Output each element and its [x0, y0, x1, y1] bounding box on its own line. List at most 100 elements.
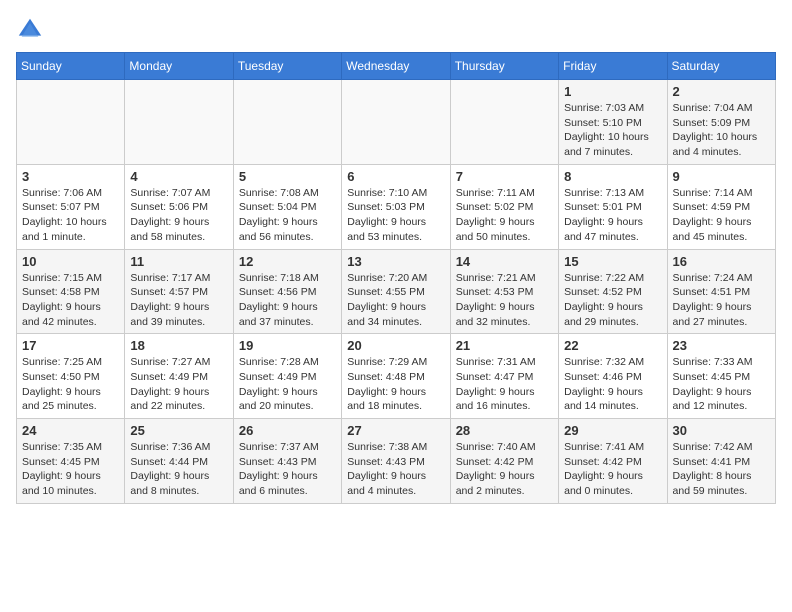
day-cell: 19 Sunrise: 7:28 AM Sunset: 4:49 PM Dayli… — [233, 334, 341, 419]
day-cell: 9 Sunrise: 7:14 AM Sunset: 4:59 PM Daylig… — [667, 164, 775, 249]
day-cell: 16 Sunrise: 7:24 AM Sunset: 4:51 PM Dayli… — [667, 249, 775, 334]
day-info: Sunrise: 7:10 AM Sunset: 5:03 PM Dayligh… — [347, 186, 444, 245]
day-cell: 30 Sunrise: 7:42 AM Sunset: 4:41 PM Dayli… — [667, 419, 775, 504]
day-number: 25 — [130, 423, 227, 438]
day-number: 20 — [347, 338, 444, 353]
day-cell: 22 Sunrise: 7:32 AM Sunset: 4:46 PM Dayli… — [559, 334, 667, 419]
day-info: Sunrise: 7:03 AM Sunset: 5:10 PM Dayligh… — [564, 101, 661, 160]
day-number: 15 — [564, 254, 661, 269]
day-number: 24 — [22, 423, 119, 438]
header-thursday: Thursday — [450, 53, 558, 80]
day-number: 23 — [673, 338, 770, 353]
day-cell: 23 Sunrise: 7:33 AM Sunset: 4:45 PM Dayli… — [667, 334, 775, 419]
day-cell — [17, 80, 125, 165]
header-friday: Friday — [559, 53, 667, 80]
calendar-header-row: SundayMondayTuesdayWednesdayThursdayFrid… — [17, 53, 776, 80]
header-tuesday: Tuesday — [233, 53, 341, 80]
day-info: Sunrise: 7:40 AM Sunset: 4:42 PM Dayligh… — [456, 440, 553, 499]
day-info: Sunrise: 7:13 AM Sunset: 5:01 PM Dayligh… — [564, 186, 661, 245]
header-monday: Monday — [125, 53, 233, 80]
day-number: 30 — [673, 423, 770, 438]
day-cell: 1 Sunrise: 7:03 AM Sunset: 5:10 PM Daylig… — [559, 80, 667, 165]
day-info: Sunrise: 7:32 AM Sunset: 4:46 PM Dayligh… — [564, 355, 661, 414]
day-number: 27 — [347, 423, 444, 438]
day-number: 17 — [22, 338, 119, 353]
day-cell: 13 Sunrise: 7:20 AM Sunset: 4:55 PM Dayli… — [342, 249, 450, 334]
day-cell: 4Sunrise: 7:07 AM Sunset: 5:06 PM Daylig… — [125, 164, 233, 249]
day-cell: 6 Sunrise: 7:10 AM Sunset: 5:03 PM Daylig… — [342, 164, 450, 249]
day-info: Sunrise: 7:28 AM Sunset: 4:49 PM Dayligh… — [239, 355, 336, 414]
day-cell — [342, 80, 450, 165]
day-cell: 5 Sunrise: 7:08 AM Sunset: 5:04 PM Daylig… — [233, 164, 341, 249]
day-info: Sunrise: 7:24 AM Sunset: 4:51 PM Dayligh… — [673, 271, 770, 330]
day-cell: 14 Sunrise: 7:21 AM Sunset: 4:53 PM Dayli… — [450, 249, 558, 334]
day-info: Sunrise: 7:35 AM Sunset: 4:45 PM Dayligh… — [22, 440, 119, 499]
day-number: 29 — [564, 423, 661, 438]
day-cell: 28 Sunrise: 7:40 AM Sunset: 4:42 PM Dayli… — [450, 419, 558, 504]
day-cell: 15 Sunrise: 7:22 AM Sunset: 4:52 PM Dayli… — [559, 249, 667, 334]
day-number: 8 — [564, 169, 661, 184]
day-number: 16 — [673, 254, 770, 269]
day-number: 1 — [564, 84, 661, 99]
day-number: 2 — [673, 84, 770, 99]
day-info: Sunrise: 7:08 AM Sunset: 5:04 PM Dayligh… — [239, 186, 336, 245]
day-cell: 24 Sunrise: 7:35 AM Sunset: 4:45 PM Dayli… — [17, 419, 125, 504]
page-header — [16, 16, 776, 44]
day-info: Sunrise: 7:15 AM Sunset: 4:58 PM Dayligh… — [22, 271, 119, 330]
day-number: 21 — [456, 338, 553, 353]
day-cell: 25Sunrise: 7:36 AM Sunset: 4:44 PM Dayli… — [125, 419, 233, 504]
week-row-3: 10 Sunrise: 7:15 AM Sunset: 4:58 PM Dayli… — [17, 249, 776, 334]
day-number: 4 — [130, 169, 227, 184]
day-cell — [450, 80, 558, 165]
day-cell: 21 Sunrise: 7:31 AM Sunset: 4:47 PM Dayli… — [450, 334, 558, 419]
day-info: Sunrise: 7:11 AM Sunset: 5:02 PM Dayligh… — [456, 186, 553, 245]
day-info: Sunrise: 7:29 AM Sunset: 4:48 PM Dayligh… — [347, 355, 444, 414]
day-info: Sunrise: 7:14 AM Sunset: 4:59 PM Dayligh… — [673, 186, 770, 245]
day-cell: 8 Sunrise: 7:13 AM Sunset: 5:01 PM Daylig… — [559, 164, 667, 249]
day-number: 14 — [456, 254, 553, 269]
day-info: Sunrise: 7:31 AM Sunset: 4:47 PM Dayligh… — [456, 355, 553, 414]
day-cell: 3 Sunrise: 7:06 AM Sunset: 5:07 PM Daylig… — [17, 164, 125, 249]
week-row-2: 3 Sunrise: 7:06 AM Sunset: 5:07 PM Daylig… — [17, 164, 776, 249]
day-number: 26 — [239, 423, 336, 438]
day-info: Sunrise: 7:20 AM Sunset: 4:55 PM Dayligh… — [347, 271, 444, 330]
week-row-4: 17 Sunrise: 7:25 AM Sunset: 4:50 PM Dayli… — [17, 334, 776, 419]
logo — [16, 16, 48, 44]
day-number: 18 — [130, 338, 227, 353]
day-number: 10 — [22, 254, 119, 269]
day-cell: 17 Sunrise: 7:25 AM Sunset: 4:50 PM Dayli… — [17, 334, 125, 419]
day-info: Sunrise: 7:22 AM Sunset: 4:52 PM Dayligh… — [564, 271, 661, 330]
day-info: Sunrise: 7:25 AM Sunset: 4:50 PM Dayligh… — [22, 355, 119, 414]
day-info: Sunrise: 7:33 AM Sunset: 4:45 PM Dayligh… — [673, 355, 770, 414]
day-cell — [125, 80, 233, 165]
day-info: Sunrise: 7:21 AM Sunset: 4:53 PM Dayligh… — [456, 271, 553, 330]
day-info: Sunrise: 7:27 AM Sunset: 4:49 PM Dayligh… — [130, 355, 227, 414]
day-number: 22 — [564, 338, 661, 353]
day-number: 12 — [239, 254, 336, 269]
day-cell: 12 Sunrise: 7:18 AM Sunset: 4:56 PM Dayli… — [233, 249, 341, 334]
day-cell: 11 Sunrise: 7:17 AM Sunset: 4:57 PM Dayli… — [125, 249, 233, 334]
day-cell: 10 Sunrise: 7:15 AM Sunset: 4:58 PM Dayli… — [17, 249, 125, 334]
day-info: Sunrise: 7:04 AM Sunset: 5:09 PM Dayligh… — [673, 101, 770, 160]
day-number: 5 — [239, 169, 336, 184]
day-info: Sunrise: 7:17 AM Sunset: 4:57 PM Dayligh… — [130, 271, 227, 330]
day-info: Sunrise: 7:41 AM Sunset: 4:42 PM Dayligh… — [564, 440, 661, 499]
day-cell — [233, 80, 341, 165]
day-number: 3 — [22, 169, 119, 184]
day-number: 11 — [130, 254, 227, 269]
calendar: SundayMondayTuesdayWednesdayThursdayFrid… — [16, 52, 776, 504]
day-info: Sunrise: 7:06 AM Sunset: 5:07 PM Dayligh… — [22, 186, 119, 245]
day-number: 6 — [347, 169, 444, 184]
logo-icon — [16, 16, 44, 44]
day-info: Sunrise: 7:18 AM Sunset: 4:56 PM Dayligh… — [239, 271, 336, 330]
day-cell: 27Sunrise: 7:38 AM Sunset: 4:43 PM Dayli… — [342, 419, 450, 504]
day-number: 13 — [347, 254, 444, 269]
day-number: 19 — [239, 338, 336, 353]
week-row-5: 24 Sunrise: 7:35 AM Sunset: 4:45 PM Dayli… — [17, 419, 776, 504]
day-number: 28 — [456, 423, 553, 438]
day-number: 9 — [673, 169, 770, 184]
day-cell: 26Sunrise: 7:37 AM Sunset: 4:43 PM Dayli… — [233, 419, 341, 504]
day-info: Sunrise: 7:42 AM Sunset: 4:41 PM Dayligh… — [673, 440, 770, 499]
week-row-1: 1 Sunrise: 7:03 AM Sunset: 5:10 PM Daylig… — [17, 80, 776, 165]
day-cell: 7Sunrise: 7:11 AM Sunset: 5:02 PM Daylig… — [450, 164, 558, 249]
